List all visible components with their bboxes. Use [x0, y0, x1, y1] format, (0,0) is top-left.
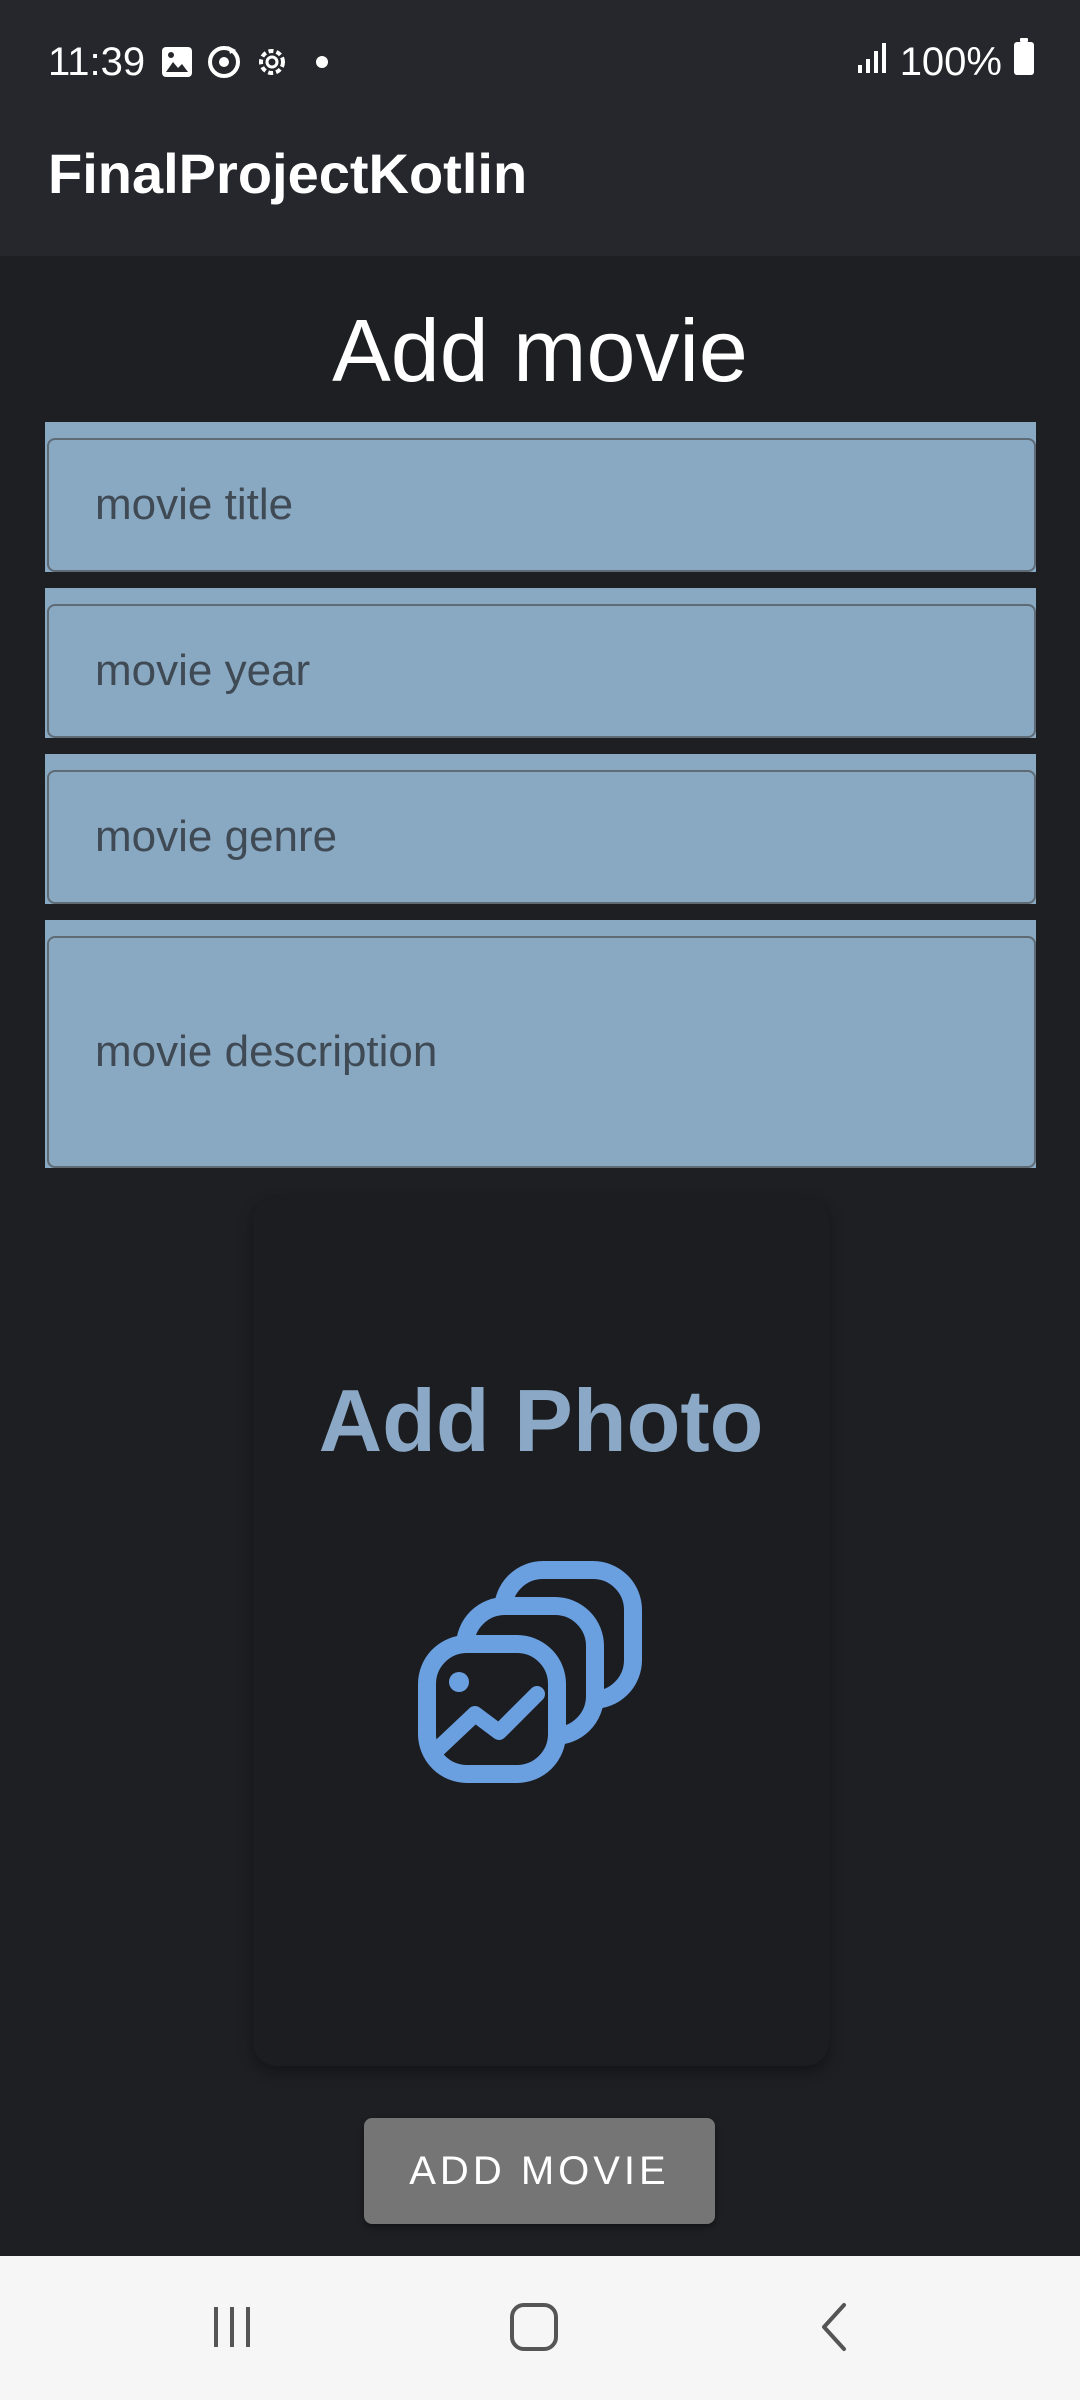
- settings-icon: [254, 44, 290, 80]
- movie-description-input[interactable]: movie description: [47, 936, 1036, 1168]
- movie-description-field-container: movie description: [45, 920, 1036, 1168]
- movie-year-input[interactable]: movie year: [47, 604, 1036, 738]
- add-photo-card[interactable]: Add Photo: [253, 1196, 829, 2066]
- photo-library-icon: [403, 1556, 683, 1821]
- add-movie-button[interactable]: ADD MOVIE: [364, 2118, 715, 2224]
- movie-genre-input[interactable]: movie genre: [47, 770, 1036, 904]
- status-time: 11:39: [48, 40, 146, 84]
- screen: 11:39 100% FinalProjectKotlin Add movie …: [0, 0, 1080, 2400]
- status-bar: 11:39 100%: [0, 0, 1080, 124]
- movie-year-field-container: movie year: [45, 588, 1036, 738]
- movie-genre-field-container: movie genre: [45, 754, 1036, 904]
- page-title: Add movie: [332, 301, 748, 400]
- movie-genre-placeholder: movie genre: [95, 812, 338, 861]
- back-icon[interactable]: [796, 2292, 876, 2362]
- movie-description-placeholder: movie description: [95, 1027, 438, 1076]
- status-right: 100%: [856, 36, 1036, 88]
- app-bar: FinalProjectKotlin: [0, 124, 1080, 256]
- add-photo-label: Add Photo: [318, 1371, 764, 1470]
- movie-year-placeholder: movie year: [95, 646, 311, 695]
- battery-icon: [1012, 37, 1036, 87]
- app-title: FinalProjectKotlin: [48, 142, 528, 205]
- image-icon: [160, 45, 194, 79]
- movie-title-input[interactable]: movie title: [47, 438, 1036, 572]
- dot-icon: [316, 56, 328, 68]
- signal-icon: [856, 40, 890, 85]
- battery-label: 100%: [899, 39, 1002, 84]
- movie-title-field-container: movie title: [45, 422, 1036, 572]
- navigation-bar: [0, 2256, 1080, 2400]
- status-icons: [160, 40, 328, 84]
- sync-icon: [206, 44, 242, 80]
- movie-title-placeholder: movie title: [95, 480, 294, 529]
- recents-icon[interactable]: [192, 2292, 272, 2362]
- home-icon[interactable]: [494, 2292, 574, 2362]
